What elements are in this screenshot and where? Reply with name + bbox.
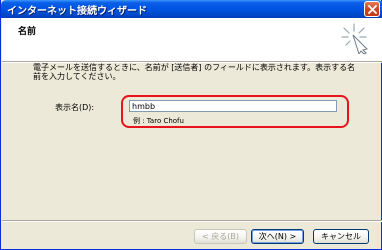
wizard-sparkle-icon bbox=[341, 23, 368, 54]
window-title: インターネット接続ウィザード bbox=[7, 6, 147, 17]
cancel-button[interactable]: キャンセル bbox=[313, 229, 369, 244]
close-icon bbox=[367, 4, 377, 14]
example-text: 例 : Taro Chofu bbox=[133, 117, 184, 125]
back-button[interactable]: < 戻る(B) bbox=[194, 229, 247, 244]
page-title: 名前 bbox=[18, 27, 37, 37]
instruction-text: 電子メールを送信するときに、名前が [送信者] のフィールドに表示されます。表示… bbox=[33, 63, 356, 81]
next-button[interactable]: 次へ(N) > bbox=[251, 229, 304, 244]
footer-divider bbox=[2, 220, 382, 222]
display-name-label: 表示名(D): bbox=[55, 103, 95, 112]
title-bar[interactable]: インターネット接続ウィザード bbox=[1, 0, 382, 18]
display-name-input[interactable] bbox=[129, 100, 337, 112]
wizard-header: 名前 bbox=[2, 18, 382, 61]
close-button[interactable] bbox=[364, 1, 380, 17]
wizard-window: インターネット接続ウィザード 名前 電子メールを送信するときに、名前が [送信者… bbox=[0, 0, 382, 250]
